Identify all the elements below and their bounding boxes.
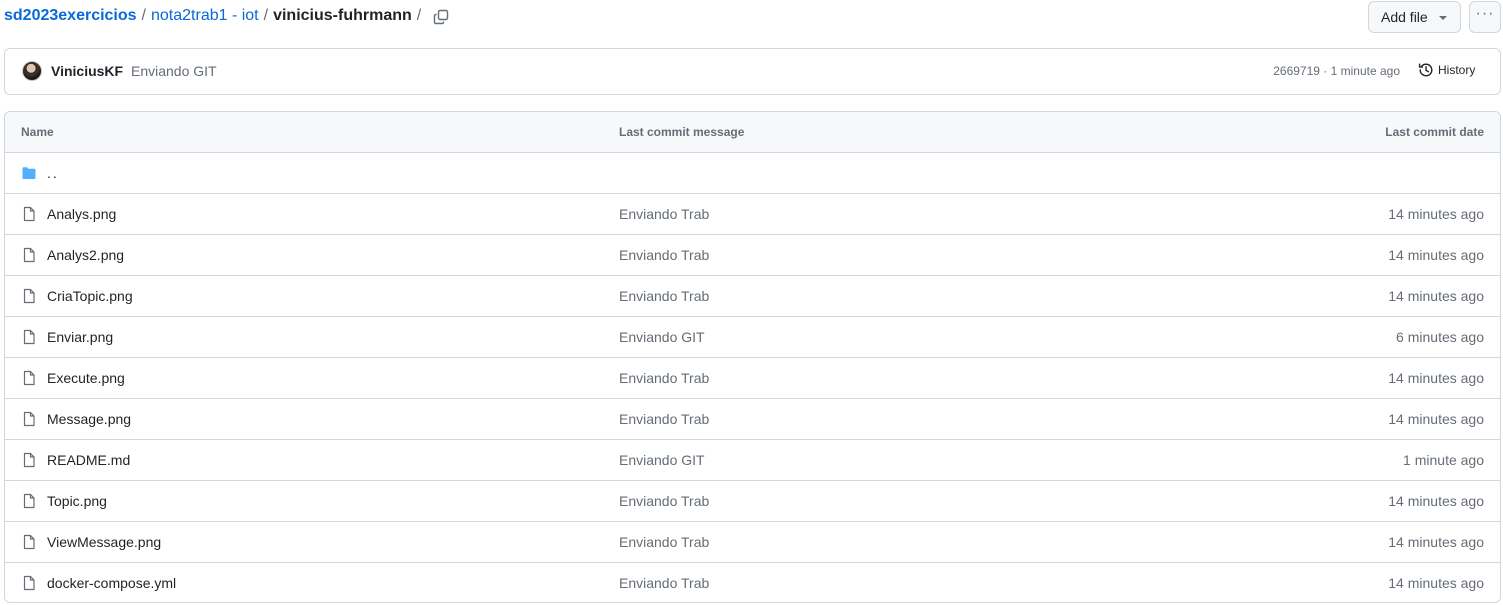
file-commit-message[interactable]: Enviando Trab: [619, 288, 709, 304]
file-table-header: Name Last commit message Last commit dat…: [5, 112, 1500, 153]
file-commit-message[interactable]: Enviando Trab: [619, 575, 709, 591]
file-icon: [23, 370, 35, 386]
file-name-link[interactable]: Topic.png: [47, 493, 107, 509]
breadcrumb-current: vinicius-fuhrmann: [273, 7, 412, 24]
file-commit-date: 14 minutes ago: [1388, 288, 1484, 304]
file-name-link[interactable]: ViewMessage.png: [47, 534, 161, 550]
file-row[interactable]: Analys2.png Enviando Trab 14 minutes ago: [5, 235, 1500, 276]
file-icon: [23, 575, 35, 591]
file-table: Name Last commit message Last commit dat…: [4, 111, 1501, 603]
file-commit-date: 14 minutes ago: [1388, 411, 1484, 427]
file-row[interactable]: docker-compose.yml Enviando Trab 14 minu…: [5, 563, 1500, 602]
file-commit-date: 14 minutes ago: [1388, 247, 1484, 263]
file-icon: [23, 206, 35, 222]
file-commit-date: 14 minutes ago: [1388, 534, 1484, 550]
file-row[interactable]: CriaTopic.png Enviando Trab 14 minutes a…: [5, 276, 1500, 317]
file-icon: [23, 452, 35, 468]
header-last-commit-date: Last commit date: [1385, 125, 1484, 139]
commit-author[interactable]: ViniciusKF: [51, 63, 123, 79]
file-commit-date: 14 minutes ago: [1388, 370, 1484, 386]
folder-icon: [22, 167, 36, 179]
file-name-link[interactable]: Message.png: [47, 411, 131, 427]
file-row[interactable]: Enviar.png Enviando GIT 6 minutes ago: [5, 317, 1500, 358]
file-icon: [23, 329, 35, 345]
file-row[interactable]: ViewMessage.png Enviando Trab 14 minutes…: [5, 522, 1500, 563]
file-name-link[interactable]: Analys.png: [47, 206, 116, 222]
file-name-link[interactable]: CriaTopic.png: [47, 288, 133, 304]
file-commit-message[interactable]: Enviando Trab: [619, 493, 709, 509]
file-name-link[interactable]: Execute.png: [47, 370, 125, 386]
file-name-link[interactable]: Enviar.png: [47, 329, 113, 345]
commit-message[interactable]: Enviando GIT: [131, 63, 217, 79]
breadcrumb-separator: /: [416, 7, 422, 24]
avatar[interactable]: [22, 61, 42, 81]
history-icon: [1418, 63, 1433, 77]
latest-commit-bar: ViniciusKF Enviando GIT 2669719 · 1 minu…: [4, 48, 1501, 95]
file-name-link[interactable]: docker-compose.yml: [47, 575, 176, 591]
file-commit-message[interactable]: Enviando Trab: [619, 370, 709, 386]
file-commit-date: 14 minutes ago: [1388, 206, 1484, 222]
file-row[interactable]: Analys.png Enviando Trab 14 minutes ago: [5, 194, 1500, 235]
file-commit-message[interactable]: Enviando GIT: [619, 452, 705, 468]
repo-header: sd2023exercicios / nota2trab1 - iot / vi…: [0, 0, 1503, 34]
parent-directory-link[interactable]: ..: [47, 165, 59, 181]
add-file-button[interactable]: Add file: [1368, 1, 1461, 33]
kebab-icon: ···: [1475, 5, 1495, 22]
file-icon: [23, 288, 35, 304]
breadcrumb-repo-link[interactable]: sd2023exercicios: [4, 6, 137, 26]
file-commit-message[interactable]: Enviando Trab: [619, 411, 709, 427]
parent-directory-row[interactable]: ..: [5, 153, 1500, 194]
file-row[interactable]: Message.png Enviando Trab 14 minutes ago: [5, 399, 1500, 440]
file-commit-date: 14 minutes ago: [1388, 493, 1484, 509]
file-row[interactable]: Execute.png Enviando Trab 14 minutes ago: [5, 358, 1500, 399]
more-options-button[interactable]: ···: [1469, 1, 1501, 33]
add-file-label: Add file: [1381, 9, 1428, 25]
breadcrumb-separator: /: [141, 7, 146, 24]
header-name: Name: [21, 125, 54, 139]
file-row[interactable]: README.md Enviando GIT 1 minute ago: [5, 440, 1500, 481]
copy-path-button[interactable]: [428, 4, 454, 30]
caret-down-icon: [1439, 16, 1447, 20]
commit-meta[interactable]: 2669719 · 1 minute ago: [1273, 64, 1400, 78]
copy-icon: [433, 9, 449, 25]
breadcrumb-separator: /: [263, 7, 269, 24]
file-icon: [23, 247, 35, 263]
breadcrumb-folder-link[interactable]: nota2trab1 - iot: [151, 6, 259, 26]
file-commit-message[interactable]: Enviando Trab: [619, 206, 709, 222]
file-icon: [23, 493, 35, 509]
file-commit-message[interactable]: Enviando GIT: [619, 329, 705, 345]
header-last-commit-message: Last commit message: [619, 125, 745, 139]
history-label: History: [1438, 63, 1476, 77]
file-name-link[interactable]: README.md: [47, 452, 130, 468]
file-commit-message[interactable]: Enviando Trab: [619, 534, 709, 550]
file-commit-date: 1 minute ago: [1403, 452, 1484, 468]
breadcrumb: sd2023exercicios / nota2trab1 - iot / vi…: [4, 6, 426, 26]
file-icon: [23, 534, 35, 550]
history-button[interactable]: History: [1418, 62, 1475, 78]
file-commit-date: 6 minutes ago: [1396, 329, 1484, 345]
file-commit-message[interactable]: Enviando Trab: [619, 247, 709, 263]
file-commit-date: 14 minutes ago: [1388, 575, 1484, 591]
file-name-link[interactable]: Analys2.png: [47, 247, 124, 263]
file-row[interactable]: Topic.png Enviando Trab 14 minutes ago: [5, 481, 1500, 522]
file-icon: [23, 411, 35, 427]
